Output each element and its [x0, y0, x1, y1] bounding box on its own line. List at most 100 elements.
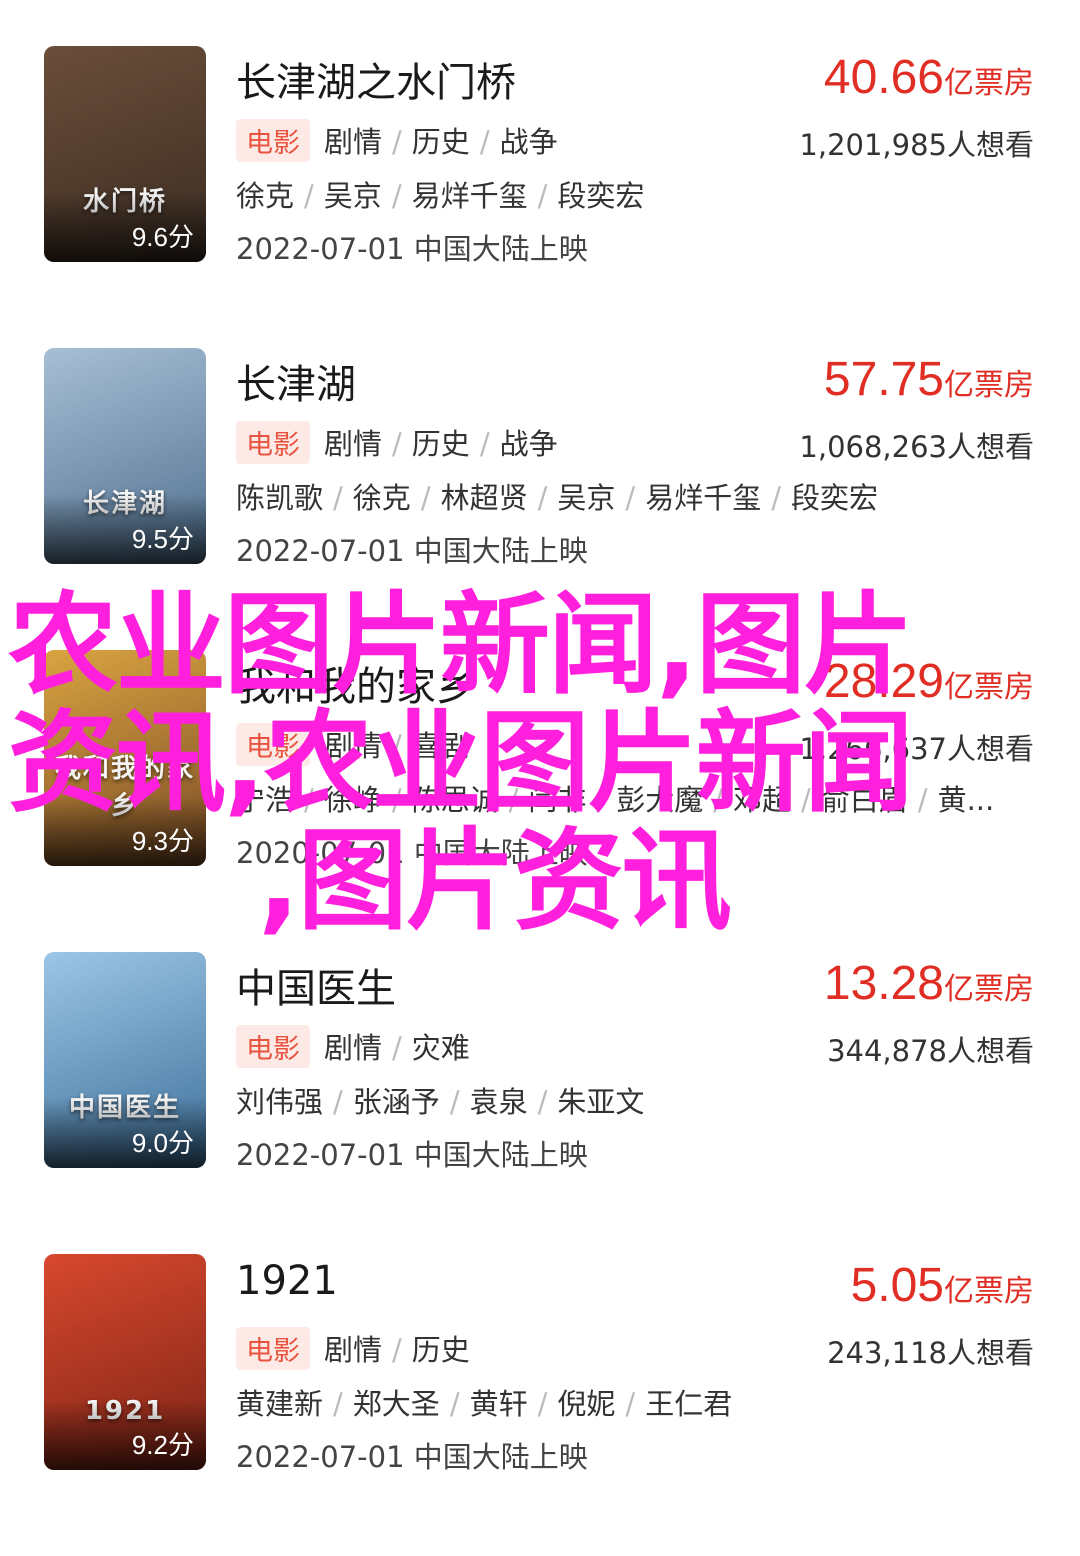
separator: / — [508, 783, 519, 817]
cast-member[interactable]: 刘伟强 — [236, 1085, 323, 1119]
movie-poster[interactable]: 1921 9.2分 — [44, 1254, 206, 1470]
separator: / — [771, 481, 781, 515]
box-office: 40.66亿票房 — [824, 50, 1034, 105]
box-office-unit: 亿票房 — [944, 66, 1034, 101]
want-to-watch-count: 1,201,985人想看 — [799, 128, 1034, 162]
cast-member[interactable]: 倪妮 — [557, 1387, 615, 1421]
movie-item[interactable]: 水门桥 9.6分 长津湖之水门桥 40.66亿票房 电影 剧情/历史/战争 1,… — [0, 46, 1080, 348]
box-office-value: 5.05 — [850, 1259, 944, 1312]
rating-score: 9.2分 — [131, 1430, 194, 1460]
cast-member[interactable]: 闫非 — [528, 783, 586, 817]
separator: / — [625, 1387, 636, 1421]
cast-member[interactable]: 黄建新 — [236, 1387, 323, 1421]
movie-poster[interactable]: 中国医生 9.0分 — [44, 952, 206, 1168]
want-to-watch-count: 1,266,637人想看 — [799, 732, 1034, 766]
cast-list: 陈凯歌 / 徐克 / 林超贤 / 吴京 / 易烊千玺 / 段奕宏 — [236, 476, 878, 516]
type-tag: 电影 — [236, 1024, 310, 1068]
movie-poster[interactable]: 水门桥 9.6分 — [44, 46, 206, 262]
movie-poster[interactable]: 我和我的家乡 9.3分 — [44, 650, 206, 866]
cast-member[interactable]: 袁泉 — [470, 1085, 528, 1119]
cast-member[interactable]: 黄... — [938, 783, 995, 817]
genre: 剧情 — [324, 427, 383, 461]
separator: / — [391, 179, 402, 213]
separator: / — [304, 179, 314, 213]
cast-list: 刘伟强 / 张涵予 / 袁泉 / 朱亚文 — [236, 1080, 644, 1120]
separator: / — [304, 783, 314, 817]
genre-row: 电影 剧情 / 历史 — [236, 1326, 470, 1370]
cast-member[interactable]: 王仁君 — [645, 1387, 732, 1421]
want-to-watch-count: 1,068,263人想看 — [799, 430, 1034, 464]
box-office: 28.29亿票房 — [824, 654, 1034, 709]
movie-title[interactable]: 1921 — [236, 1258, 338, 1304]
cast-member[interactable]: 吴京 — [557, 481, 615, 515]
box-office: 5.05亿票房 — [851, 1258, 1034, 1313]
separator: / — [479, 125, 490, 159]
cast-member[interactable]: 徐峥 — [324, 783, 382, 817]
cast-member[interactable]: 徐克 — [236, 179, 294, 213]
cast-member[interactable]: 段奕宏 — [557, 179, 644, 213]
genre: 战争 — [499, 125, 558, 159]
genre: 历史 — [411, 125, 470, 159]
genre-list: 剧情 / 历史 / 战争 — [324, 421, 558, 463]
cast-member[interactable]: 陈凯歌 — [236, 481, 323, 515]
movie-item[interactable]: 中国医生 9.0分 中国医生 13.28亿票房 电影 剧情 / 灾难 344,878… — [0, 952, 1080, 1254]
separator: / — [801, 783, 811, 817]
cast-member[interactable]: 易烊千玺 — [645, 481, 761, 515]
separator: / — [392, 1031, 402, 1065]
cast-member[interactable]: 宁浩 — [236, 783, 294, 817]
rating-score: 9.0分 — [131, 1128, 194, 1158]
cast-member[interactable]: 彭大魔 — [616, 783, 703, 817]
genre: 喜剧 — [411, 729, 470, 763]
release-info: 2022-07-01 中国大陆上映 — [236, 534, 588, 568]
movie-title[interactable]: 我和我的家乡 — [236, 654, 476, 712]
separator: / — [713, 783, 723, 817]
separator: / — [333, 1387, 343, 1421]
cast-member[interactable]: 俞白眉 — [821, 783, 908, 817]
genre: 剧情 — [324, 1031, 383, 1065]
movie-item[interactable]: 1921 9.2分 1921 5.05亿票房 电影 剧情 / 历史 243,118人… — [0, 1254, 1080, 1556]
cast-member[interactable]: 邓超 — [733, 783, 791, 817]
cast-member[interactable]: 陈思诚 — [412, 783, 499, 817]
genre-row: 电影 剧情 / 历史 / 战争 — [236, 118, 558, 162]
release-info: 2020-07-01 中国大陆上映 — [236, 836, 588, 870]
genre-row: 电影 剧情 / 历史 / 战争 — [236, 420, 558, 464]
separator: / — [625, 481, 636, 515]
cast-member[interactable]: 郑大圣 — [353, 1387, 440, 1421]
separator: / — [392, 427, 402, 461]
cast-row: 宁浩 / 徐峥 / 陈思诚 / 闫非 / 彭大魔 / 邓超 / 俞白眉 / 黄... — [236, 778, 1036, 818]
cast-member[interactable]: 段奕宏 — [791, 481, 878, 515]
genre: 剧情 — [324, 125, 383, 159]
genre-row: 电影 剧情 / 灾难 — [236, 1024, 470, 1068]
cast-member[interactable]: 朱亚文 — [557, 1085, 644, 1119]
cast-list: 黄建新 / 郑大圣 / 黄轩 / 倪妮 / 王仁君 — [236, 1382, 732, 1422]
want-to-watch-count: 243,118人想看 — [827, 1336, 1034, 1370]
rating-score: 9.6分 — [131, 222, 194, 252]
cast-row: 徐克 / 吴京 / 易烊千玺 / 段奕宏 — [236, 174, 1036, 214]
separator: / — [449, 1085, 460, 1119]
cast-row: 黄建新 / 郑大圣 / 黄轩 / 倪妮 / 王仁君 — [236, 1382, 1036, 1422]
cast-row: 刘伟强 / 张涵予 / 袁泉 / 朱亚文 — [236, 1080, 1036, 1120]
rating-score: 9.3分 — [131, 826, 194, 856]
movie-title[interactable]: 长津湖 — [236, 352, 356, 410]
cast-member[interactable]: 易烊千玺 — [412, 179, 528, 213]
separator: / — [392, 125, 402, 159]
cast-member[interactable]: 徐克 — [353, 481, 411, 515]
cast-row: 陈凯歌 / 徐克 / 林超贤 / 吴京 / 易烊千玺 / 段奕宏 — [236, 476, 1036, 516]
movie-title[interactable]: 长津湖之水门桥 — [236, 50, 516, 108]
type-tag: 电影 — [236, 420, 310, 464]
movie-item[interactable]: 我和我的家乡 9.3分 我和我的家乡 28.29亿票房 电影 剧情/喜剧 1,2… — [0, 650, 1080, 952]
cast-member[interactable]: 林超贤 — [441, 481, 528, 515]
movie-item[interactable]: 长津湖 9.5分 长津湖 57.75亿票房 电影 剧情 / 历史 / 战争 1,068,… — [0, 348, 1080, 650]
cast-member[interactable]: 张涵予 — [353, 1085, 440, 1119]
separator: / — [392, 729, 402, 763]
cast-member[interactable]: 黄轩 — [470, 1387, 528, 1421]
genre: 历史 — [411, 1333, 470, 1367]
box-office-unit: 亿票房 — [944, 972, 1034, 1007]
box-office-unit: 亿票房 — [944, 670, 1034, 705]
separator: / — [392, 1333, 402, 1367]
movie-poster[interactable]: 长津湖 9.5分 — [44, 348, 206, 564]
cast-member[interactable]: 吴京 — [324, 179, 382, 213]
movie-title[interactable]: 中国医生 — [236, 956, 396, 1014]
separator: / — [537, 179, 548, 213]
genre: 剧情 — [324, 729, 383, 763]
